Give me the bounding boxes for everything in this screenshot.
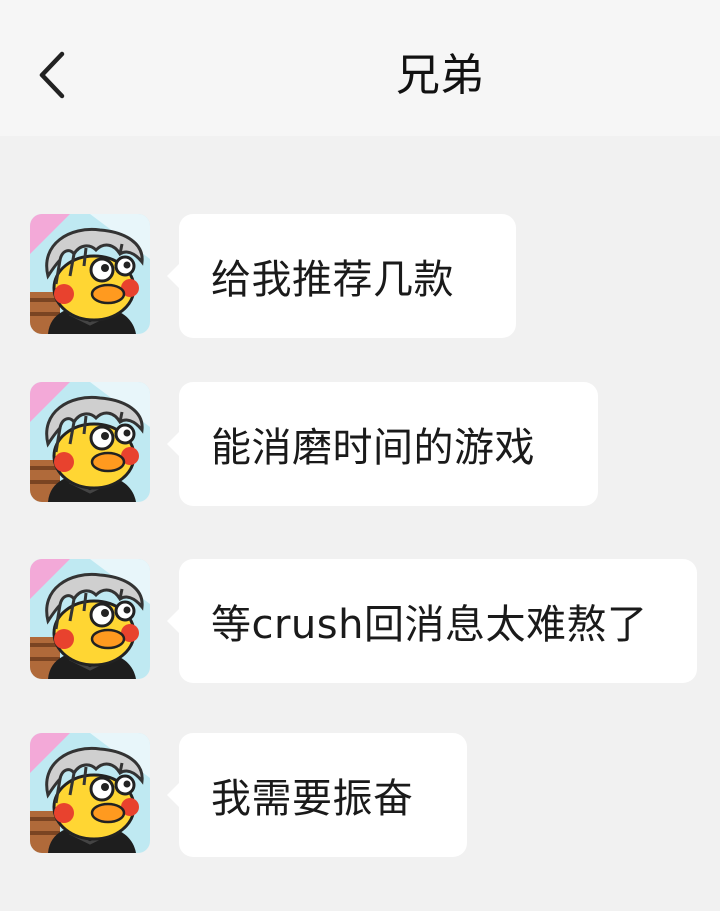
avatar[interactable]: [30, 559, 150, 679]
message-row: 我需要振奋: [0, 733, 720, 857]
message-row: 给我推荐几款: [0, 214, 720, 338]
message-row: 能消磨时间的游戏: [0, 382, 720, 506]
avatar[interactable]: [30, 214, 150, 334]
message-bubble[interactable]: 给我推荐几款: [167, 214, 516, 338]
message-row: 等crush回消息太难熬了: [0, 559, 720, 683]
message-bubble[interactable]: 能消磨时间的游戏: [167, 382, 598, 506]
message-text: 我需要振奋: [211, 776, 414, 822]
cartoon-duck-avatar-icon: [30, 382, 150, 502]
chat-header: 兄弟: [0, 0, 720, 136]
chat-title: 兄弟: [396, 50, 484, 101]
cartoon-duck-avatar-icon: [30, 214, 150, 334]
avatar[interactable]: [30, 733, 150, 853]
message-text: 给我推荐几款: [211, 257, 454, 303]
cartoon-duck-avatar-icon: [30, 559, 150, 679]
cartoon-duck-avatar-icon: [30, 733, 150, 853]
message-text: 能消磨时间的游戏: [211, 425, 535, 471]
message-text: 等crush回消息太难熬了: [211, 602, 648, 648]
message-list: 给我推荐几款 能消磨时间的游戏 等crush回消息太难熬了 我需要振奋: [0, 136, 720, 911]
message-bubble[interactable]: 等crush回消息太难熬了: [167, 559, 697, 683]
message-bubble[interactable]: 我需要振奋: [167, 733, 467, 857]
avatar[interactable]: [30, 382, 150, 502]
